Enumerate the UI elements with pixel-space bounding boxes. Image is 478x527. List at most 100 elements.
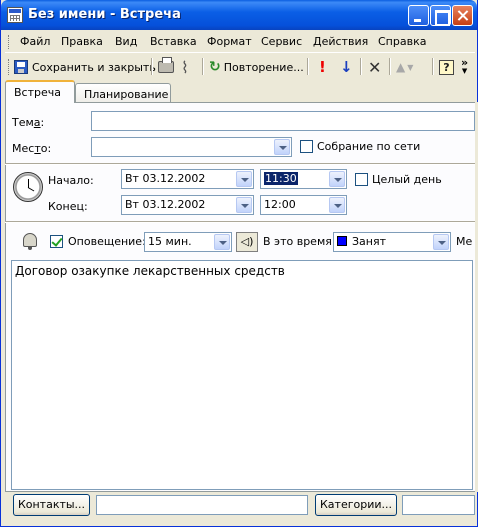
menu-edit[interactable]: Правка: [61, 35, 103, 48]
show-as-combo[interactable]: Занят: [333, 232, 451, 252]
online-meeting-checkbox[interactable]: [300, 140, 313, 153]
help-button[interactable]: ?: [439, 56, 454, 78]
calendar-icon[interactable]: [7, 7, 23, 23]
save-close-label: Сохранить и закрыть: [32, 60, 156, 74]
recurrence-icon: ↻: [209, 59, 221, 75]
end-date-value: Вт 03.12.2002: [125, 198, 206, 211]
categories-button-label: Категории...: [319, 498, 392, 511]
toolbar-separator: [360, 58, 362, 75]
attach-button[interactable]: ⌇: [181, 56, 189, 78]
toolbar-overflow-button[interactable]: » ▼: [461, 56, 468, 78]
subject-input[interactable]: [91, 111, 475, 131]
reminder-sound-button[interactable]: ◁): [236, 232, 258, 252]
location-combo[interactable]: [91, 137, 292, 157]
menu-insert[interactable]: Вставка: [150, 35, 197, 48]
help-icon: ?: [439, 59, 454, 75]
toolbar-separator: [389, 58, 391, 75]
previous-item-button[interactable]: ▲ ▼: [396, 56, 413, 78]
contacts-input[interactable]: [96, 495, 308, 515]
end-time-combo[interactable]: 12:00: [260, 195, 347, 215]
start-date-value: Вт 03.12.2002: [125, 172, 206, 185]
chevron-down-icon[interactable]: [274, 139, 290, 155]
label-field-label: Ме: [456, 235, 473, 248]
paperclip-icon: ⌇: [181, 57, 189, 77]
chevron-down-icon[interactable]: [433, 234, 449, 250]
speaker-icon: ◁): [240, 235, 254, 248]
exclamation-icon: !: [319, 58, 326, 76]
tab-scheduling-label: Планирование: [84, 88, 169, 101]
chevron-down-icon: ▼: [407, 62, 414, 72]
tab-appointment[interactable]: Встреча: [5, 80, 75, 103]
maximize-button[interactable]: [430, 5, 451, 26]
notes-text: Договор озакупке лекарственных средств: [15, 264, 285, 278]
tab-appointment-label: Встреча: [14, 86, 61, 99]
menu-view[interactable]: Вид: [115, 35, 137, 48]
notes-body[interactable]: Договор озакупке лекарственных средств: [11, 260, 473, 490]
divider: [5, 163, 475, 165]
delete-button[interactable]: ✕: [368, 56, 381, 78]
importance-low-button[interactable]: ↓: [340, 56, 353, 78]
delete-icon: ✕: [368, 57, 382, 77]
print-button[interactable]: [158, 56, 174, 78]
divider: [5, 221, 475, 223]
menu-help[interactable]: Справка: [378, 35, 426, 48]
toolbar-separator: [307, 58, 309, 75]
menu-tools[interactable]: Сервис: [261, 35, 302, 48]
title-bar[interactable]: Без имени - Встреча: [1, 0, 477, 30]
menu-format[interactable]: Формат: [207, 35, 252, 48]
subject-label: Тема:: [12, 116, 45, 129]
toolbar-grip[interactable]: [8, 59, 11, 75]
start-date-combo[interactable]: Вт 03.12.2002: [121, 169, 254, 189]
clock-icon: [13, 172, 43, 202]
reminder-label: Оповещение:: [68, 235, 146, 248]
show-as-value: Занят: [352, 235, 387, 248]
show-as-label: В это время:: [263, 235, 336, 248]
double-chevron-icon: »: [461, 56, 469, 69]
all-day-label: Целый день: [372, 173, 442, 186]
importance-high-button[interactable]: !: [319, 56, 326, 78]
menu-bar: Файл Правка Вид Вставка Формат Сервис Де…: [5, 31, 475, 53]
chevron-down-icon[interactable]: [329, 197, 345, 213]
chevron-down-icon[interactable]: [214, 234, 230, 250]
chevron-down-icon: ▼: [461, 67, 468, 75]
reminder-value: 15 мин.: [148, 235, 192, 248]
chevron-down-icon[interactable]: [236, 171, 252, 187]
save-close-button[interactable]: Сохранить и закрыть: [14, 56, 156, 78]
location-label: Место:: [12, 142, 52, 155]
arrow-up-icon: ▲: [396, 60, 406, 74]
categories-input[interactable]: [402, 495, 475, 515]
categories-button[interactable]: Категории...: [315, 494, 397, 516]
menu-file[interactable]: Файл: [20, 35, 50, 48]
toolbar-separator: [432, 58, 434, 75]
end-label: Конец:: [48, 200, 88, 213]
end-date-combo[interactable]: Вт 03.12.2002: [121, 195, 254, 215]
chevron-down-icon[interactable]: [236, 197, 252, 213]
menu-grip[interactable]: [8, 35, 11, 49]
arrow-down-icon: ↓: [340, 58, 353, 76]
window-title: Без имени - Встреча: [28, 7, 181, 22]
printer-icon: [158, 57, 174, 73]
minimize-button[interactable]: [408, 5, 429, 26]
all-day-checkbox[interactable]: [355, 173, 368, 186]
reminder-combo[interactable]: 15 мин.: [144, 232, 232, 252]
appointment-window: Без имени - Встреча Файл Правка Вид Вста…: [0, 0, 478, 527]
contacts-button[interactable]: Контакты...: [13, 494, 90, 516]
start-time-combo[interactable]: 11:30: [260, 169, 347, 189]
standard-toolbar: Сохранить и закрыть ⌇ ↻ Повторение... ! …: [5, 54, 475, 79]
save-icon: [14, 60, 28, 74]
recurrence-label: Повторение...: [223, 60, 304, 74]
end-time-value: 12:00: [264, 198, 296, 211]
recurrence-button[interactable]: ↻ Повторение...: [209, 56, 304, 78]
chevron-down-icon[interactable]: [329, 171, 345, 187]
close-button[interactable]: [452, 5, 473, 26]
start-time-value: 11:30: [264, 172, 298, 185]
contacts-button-label: Контакты...: [17, 498, 86, 511]
toolbar-separator: [202, 58, 204, 75]
start-label: Начало:: [48, 174, 94, 187]
bell-icon: [23, 233, 37, 250]
online-meeting-label: Собрание по сети: [317, 140, 421, 153]
reminder-checkbox[interactable]: [50, 235, 63, 248]
toolbar-separator: [151, 58, 153, 75]
busy-color-swatch: [337, 236, 347, 246]
menu-actions[interactable]: Действия: [313, 35, 368, 48]
